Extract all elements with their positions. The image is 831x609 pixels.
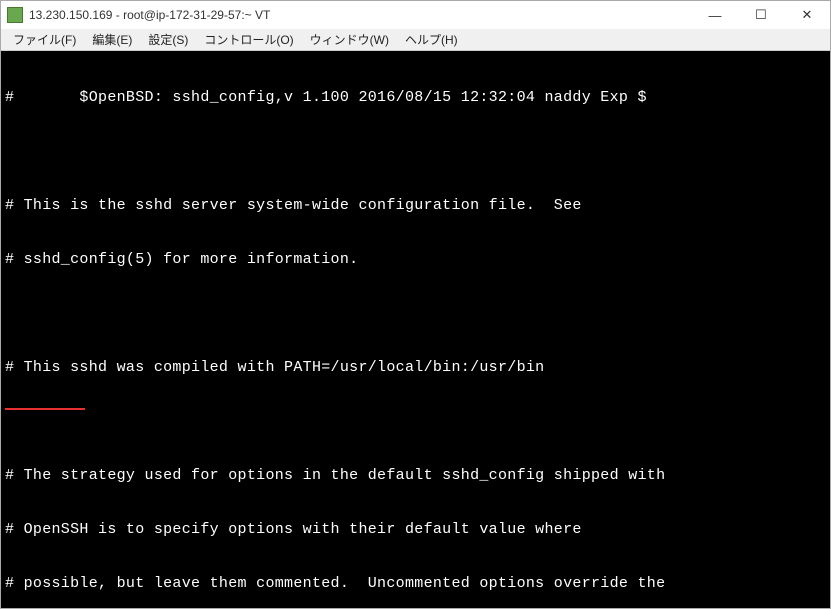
minimize-button[interactable]: —: [692, 1, 738, 29]
config-header: # $OpenBSD: sshd_config,v 1.100 2016/08/…: [5, 89, 826, 107]
config-comment: # This sshd was compiled with PATH=/usr/…: [5, 359, 826, 377]
blank-line: [5, 413, 826, 431]
menu-settings[interactable]: 設定(S): [140, 29, 196, 50]
config-comment: # This is the sshd server system-wide co…: [5, 197, 826, 215]
application-window: 13.230.150.169 - root@ip-172-31-29-57:~ …: [0, 0, 831, 609]
config-comment: # OpenSSH is to specify options with the…: [5, 521, 826, 539]
annotation-underline: [5, 408, 85, 410]
config-comment: # The strategy used for options in the d…: [5, 467, 826, 485]
config-comment: # possible, but leave them commented. Un…: [5, 575, 826, 593]
app-icon: [7, 7, 23, 23]
terminal-viewport[interactable]: # $OpenBSD: sshd_config,v 1.100 2016/08/…: [1, 51, 830, 608]
blank-line: [5, 305, 826, 323]
titlebar[interactable]: 13.230.150.169 - root@ip-172-31-29-57:~ …: [1, 1, 830, 29]
menu-file[interactable]: ファイル(F): [5, 29, 84, 50]
blank-line: [5, 143, 826, 161]
menu-help[interactable]: ヘルプ(H): [397, 29, 466, 50]
menu-control[interactable]: コントロール(O): [196, 29, 301, 50]
window-controls: — ☐ ✕: [692, 1, 830, 29]
maximize-button[interactable]: ☐: [738, 1, 784, 29]
menu-window[interactable]: ウィンドウ(W): [302, 29, 397, 50]
menubar: ファイル(F) 編集(E) 設定(S) コントロール(O) ウィンドウ(W) ヘ…: [1, 29, 830, 51]
menu-edit[interactable]: 編集(E): [84, 29, 140, 50]
close-button[interactable]: ✕: [784, 1, 830, 29]
config-comment: # sshd_config(5) for more information.: [5, 251, 826, 269]
window-title: 13.230.150.169 - root@ip-172-31-29-57:~ …: [29, 8, 270, 22]
